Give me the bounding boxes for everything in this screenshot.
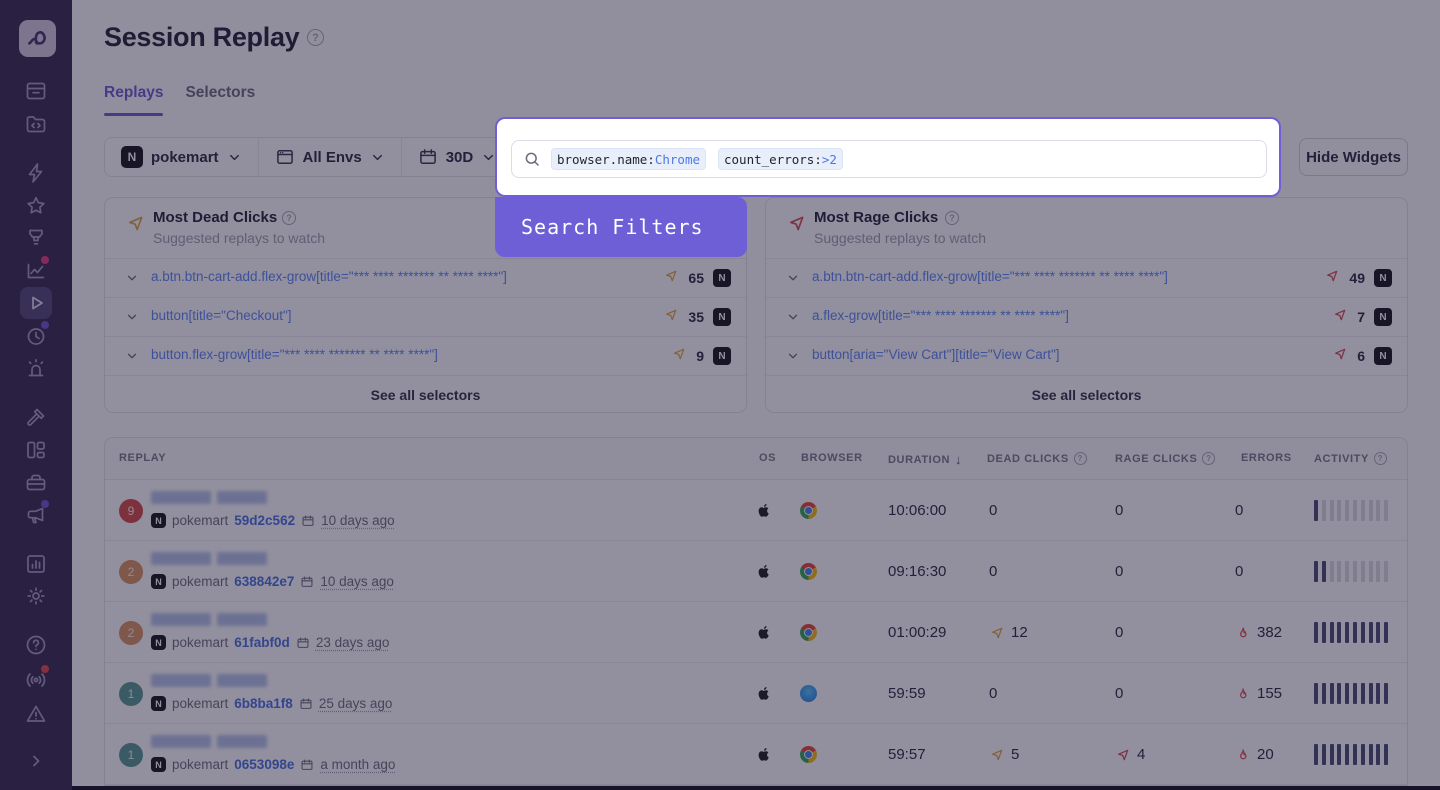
chip-value: >2 bbox=[822, 152, 837, 167]
search-filters-spotlight: browser.name:Chrome count_errors:>2 bbox=[495, 117, 1281, 197]
search-filter-chip[interactable]: count_errors:>2 bbox=[718, 148, 843, 170]
chip-key: browser.name: bbox=[557, 152, 655, 167]
search-chips: browser.name:Chrome count_errors:>2 bbox=[551, 148, 843, 170]
search-input[interactable]: browser.name:Chrome count_errors:>2 bbox=[511, 140, 1267, 178]
chip-key: count_errors: bbox=[724, 152, 822, 167]
session-replay-page: Session Replay ? Replays Selectors N pok… bbox=[0, 0, 1440, 790]
search-filters-tooltip: Search Filters bbox=[495, 197, 747, 257]
chip-value: Chrome bbox=[655, 152, 700, 167]
search-filter-chip[interactable]: browser.name:Chrome bbox=[551, 148, 706, 170]
search-icon bbox=[523, 150, 541, 168]
